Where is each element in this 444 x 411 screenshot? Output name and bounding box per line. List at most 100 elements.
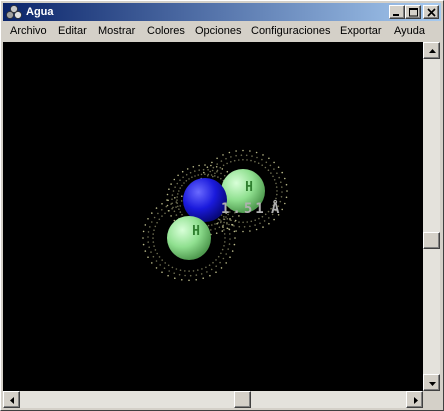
surface-dot xyxy=(280,196,283,198)
scroll-right-button[interactable] xyxy=(406,391,423,408)
surface-dot xyxy=(230,156,232,158)
surface-dot xyxy=(164,262,166,264)
surface-dot xyxy=(231,250,234,252)
surface-dot xyxy=(217,218,220,220)
surface-dot xyxy=(285,196,288,199)
maximize-icon xyxy=(409,8,418,17)
surface-dot xyxy=(273,161,275,164)
scroll-left-button[interactable] xyxy=(3,391,20,408)
surface-dot xyxy=(269,164,272,167)
surface-dot xyxy=(207,169,209,171)
surface-dot xyxy=(174,197,176,199)
surface-dot xyxy=(148,246,150,248)
scroll-up-button[interactable] xyxy=(423,42,440,59)
menu-opciones[interactable]: Opciones xyxy=(195,25,241,38)
molecule-viewport[interactable]: H H 1.51 Å xyxy=(3,42,423,391)
surface-dot xyxy=(217,222,219,224)
surface-dot xyxy=(151,262,153,264)
surface-dot xyxy=(158,256,161,258)
surface-dot xyxy=(189,274,192,277)
surface-dot xyxy=(161,271,163,273)
horizontal-scroll-thumb[interactable] xyxy=(234,391,252,408)
surface-dot xyxy=(215,259,217,261)
surface-dot xyxy=(183,182,185,184)
surface-dot xyxy=(222,224,225,227)
surface-dot xyxy=(191,176,193,178)
surface-dot xyxy=(222,154,224,156)
surface-dot xyxy=(166,199,168,201)
surface-dot xyxy=(151,212,153,214)
surface-dot xyxy=(224,237,226,239)
scroll-down-button[interactable] xyxy=(423,374,440,391)
surface-dot xyxy=(144,250,147,252)
vertical-scrollbar[interactable] xyxy=(423,42,440,391)
surface-dot xyxy=(214,223,216,225)
surface-dot xyxy=(156,252,158,255)
menu-configuraciones[interactable]: Configuraciones xyxy=(251,25,331,38)
surface-dot xyxy=(189,171,192,174)
menu-ayuda[interactable]: Ayuda xyxy=(394,25,425,38)
surface-dot xyxy=(152,233,154,235)
menu-editar[interactable]: Editar xyxy=(58,25,87,38)
surface-dot xyxy=(200,273,203,275)
horizontal-scrollbar[interactable] xyxy=(3,391,423,408)
surface-dot xyxy=(238,221,240,223)
surface-dot xyxy=(273,179,276,181)
maximize-button[interactable] xyxy=(405,5,421,19)
surface-dot xyxy=(168,270,170,272)
surface-dot xyxy=(151,221,153,223)
surface-dot xyxy=(286,190,288,192)
surface-dot xyxy=(254,224,256,226)
surface-dot xyxy=(192,166,195,168)
surface-dot xyxy=(273,218,275,221)
surface-dot xyxy=(152,255,155,258)
surface-dot xyxy=(204,164,206,166)
surface-dot xyxy=(147,231,150,233)
surface-dot xyxy=(224,241,226,243)
surface-dot xyxy=(158,218,161,221)
surface-dot xyxy=(276,190,278,192)
menu-mostrar[interactable]: Mostrar xyxy=(98,25,135,38)
surface-dot xyxy=(235,230,237,232)
surface-dot xyxy=(212,261,214,264)
surface-dot xyxy=(222,164,225,167)
title-bar[interactable]: Agua xyxy=(3,3,441,21)
surface-dot xyxy=(171,207,173,210)
surface-dot xyxy=(166,204,169,207)
surface-dot xyxy=(223,174,226,177)
vertical-scroll-thumb[interactable] xyxy=(423,231,440,249)
surface-dot xyxy=(159,264,161,266)
surface-dot xyxy=(242,221,244,224)
surface-dot xyxy=(188,270,190,272)
minimize-button[interactable] xyxy=(389,5,405,19)
surface-dot xyxy=(184,270,186,272)
surface-dot xyxy=(223,245,225,247)
surface-dot xyxy=(197,269,199,271)
surface-dot xyxy=(229,219,231,221)
surface-dot xyxy=(220,172,222,175)
surface-dot xyxy=(223,229,225,231)
menu-archivo[interactable]: Archivo xyxy=(10,25,47,38)
surface-dot xyxy=(211,169,214,172)
surface-dot xyxy=(226,221,228,224)
surface-dot xyxy=(188,178,190,180)
arrow-left-icon xyxy=(10,397,14,404)
surface-dot xyxy=(214,172,216,175)
surface-dot xyxy=(263,220,266,222)
surface-dot xyxy=(272,175,274,178)
surface-dot xyxy=(210,229,212,231)
surface-dot xyxy=(210,174,213,176)
scrollbar-corner xyxy=(423,391,440,408)
menu-colores[interactable]: Colores xyxy=(147,25,185,38)
close-button[interactable] xyxy=(423,5,439,19)
minimize-icon xyxy=(393,14,399,16)
surface-dot xyxy=(142,237,144,239)
menu-exportar[interactable]: Exportar xyxy=(340,25,382,38)
surface-dot xyxy=(225,262,227,264)
surface-dot xyxy=(268,157,270,160)
surface-dot xyxy=(201,268,203,270)
surface-dot xyxy=(242,230,244,233)
surface-dot xyxy=(228,151,231,154)
surface-dot xyxy=(153,216,156,219)
surface-dot xyxy=(281,171,284,174)
